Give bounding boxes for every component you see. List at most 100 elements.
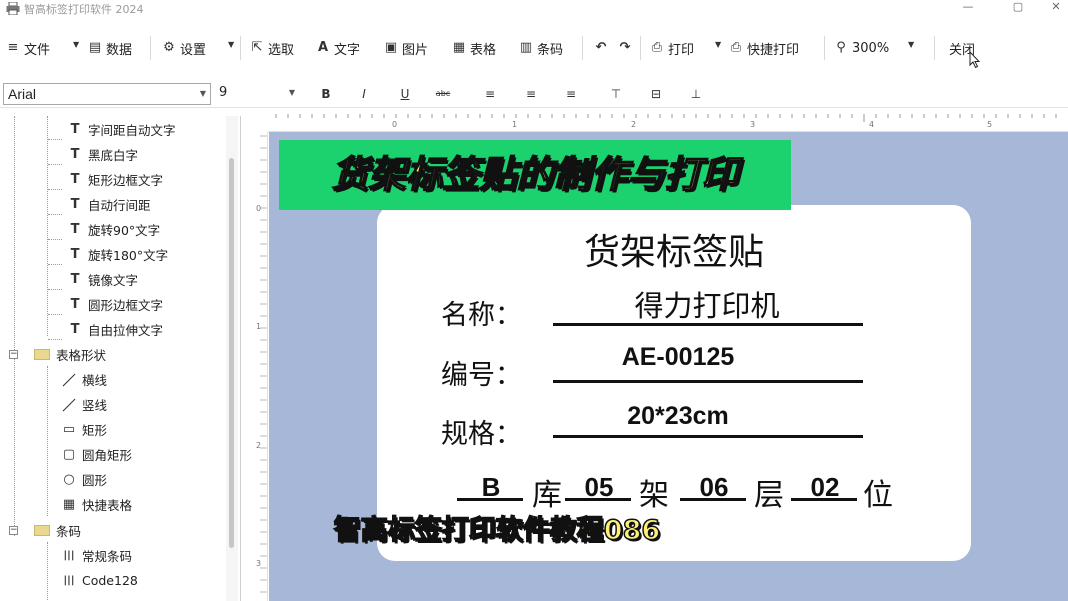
text-tool-button[interactable]: A 文字 — [316, 38, 360, 58]
quick-print-button[interactable]: ⎙ 快捷打印 — [729, 38, 799, 58]
tree-connector — [47, 366, 48, 516]
print-label: 打印 — [668, 42, 695, 58]
tree-item-rotate-180-text[interactable]: T 旋转180°文字 — [48, 244, 169, 265]
ruler-label: 2 — [256, 441, 262, 450]
minimize-button[interactable]: — — [952, 0, 984, 14]
format-toolbar: Arial ▼ 9 ▼ B I U abc ≡ ≡ ≡ ⊤ ⊟ ⊥ — [0, 80, 1068, 108]
tree-item-label: 旋转90°文字 — [88, 222, 161, 238]
tree-item-rotate-90-text[interactable]: T 旋转90°文字 — [48, 219, 161, 240]
file-icon: ≡ — [7, 40, 19, 55]
tree-item-label: 常规条码 — [82, 548, 133, 564]
ruler-label: 0 — [392, 120, 398, 129]
zoom-dropdown-caret[interactable]: ▼ — [908, 40, 914, 49]
tree-item-label: 黑底白字 — [88, 147, 139, 163]
tree-item-free-stretch-text[interactable]: T 自由拉伸文字 — [48, 319, 164, 340]
tree-item-spacing-auto-text[interactable]: T 字间距自动文字 — [48, 119, 176, 140]
print-dropdown-caret[interactable]: ▼ — [715, 40, 721, 49]
scrollbar-thumb[interactable] — [229, 158, 234, 548]
tree-item-rectangle[interactable]: ▭ 矩形 — [62, 419, 107, 439]
data-button[interactable]: ▤ 数据 — [88, 38, 132, 58]
warehouse-underline[interactable] — [457, 498, 523, 501]
align-right-button[interactable]: ≡ — [561, 85, 581, 103]
print-button[interactable]: ⎙ 打印 — [650, 38, 694, 58]
valign-bottom-button[interactable]: ⊥ — [686, 85, 706, 103]
ruler-label: 1 — [512, 120, 518, 129]
maximize-button[interactable]: ▢ — [1002, 0, 1034, 14]
data-icon: ▤ — [88, 40, 102, 55]
table-icon: ▦ — [452, 40, 466, 55]
tree-item-rounded-rectangle[interactable]: ▢ 圆角矩形 — [62, 444, 132, 464]
window-close-button[interactable]: ✕ — [1040, 0, 1068, 14]
code-underline[interactable] — [553, 380, 863, 383]
tree-item-circle[interactable]: ○ 圆形 — [62, 469, 107, 489]
zoom-level: 300% — [852, 40, 890, 56]
ruler-label: 2 — [631, 120, 637, 129]
tree-item-mirror-text[interactable]: T 镜像文字 — [48, 269, 139, 290]
tree-item-auto-line-spacing[interactable]: T 自动行间距 — [48, 194, 151, 215]
tree-group-shapes[interactable]: 表格形状 — [34, 344, 106, 364]
tree-item-vertical-line[interactable]: ／ 竖线 — [62, 394, 107, 414]
tree-item-circle-border-text[interactable]: T 圆形边框文字 — [48, 294, 164, 315]
file-dropdown-caret[interactable]: ▼ — [73, 40, 79, 49]
font-family-select[interactable]: Arial ▼ — [3, 83, 211, 105]
tree-item-label: 镜像文字 — [88, 272, 139, 288]
tree-connector — [14, 116, 15, 536]
line-icon: ／ — [62, 398, 76, 414]
tree-item-label: 圆形边框文字 — [88, 297, 164, 313]
ruler-label: 3 — [256, 559, 262, 568]
tree-item-regular-barcode[interactable]: ||| 常规条码 — [62, 545, 133, 565]
tree-item-label: 旋转180°文字 — [88, 247, 169, 263]
name-underline[interactable] — [553, 323, 863, 326]
redo-button[interactable]: ↷ — [618, 38, 632, 58]
text-item-icon: T — [70, 146, 80, 162]
mouse-cursor-icon — [969, 51, 981, 69]
valign-top-button[interactable]: ⊤ — [606, 85, 626, 103]
spec-field-label[interactable]: 规格： — [441, 412, 522, 451]
main-toolbar: ≡ 文件 ▼ ▤ 数据 ⚙ 设置 ▼ ⇱ 选取 A 文字 ▣ 图片 ▦ 表格 ▥… — [0, 28, 1068, 68]
text-item-icon: T — [70, 296, 80, 312]
align-center-button[interactable]: ≡ — [521, 85, 541, 103]
font-size-select[interactable]: 9 ▼ — [215, 83, 299, 105]
tree-item-rect-border-text[interactable]: T 矩形边框文字 — [48, 169, 163, 190]
table-tool-button[interactable]: ▦ 表格 — [452, 38, 496, 58]
printer-app-icon — [6, 2, 20, 15]
print-icon: ⎙ — [651, 40, 663, 55]
select-tool-button[interactable]: ⇱ 选取 — [250, 38, 294, 58]
position-underline[interactable] — [791, 498, 857, 501]
text-item-icon: T — [70, 321, 80, 337]
zoom-button[interactable]: ⚲ 300% — [834, 38, 889, 58]
subtitle-text: 智高标签打印软件教程086 — [333, 514, 661, 547]
tree-item-horizontal-line[interactable]: ／ 横线 — [62, 369, 107, 389]
picture-tool-button[interactable]: ▣ 图片 — [384, 38, 428, 58]
label-title[interactable]: 货架标签贴 — [377, 223, 971, 275]
barcode-tool-button[interactable]: ▥ 条码 — [519, 38, 563, 58]
settings-label: 设置 — [180, 42, 207, 58]
code-field-label[interactable]: 编号： — [441, 353, 522, 392]
strikethrough-button[interactable]: abc — [433, 85, 453, 103]
zoom-icon: ⚲ — [836, 40, 846, 55]
spec-field-value[interactable]: 20*23cm — [553, 402, 803, 431]
undo-button[interactable]: ↶ — [594, 38, 608, 58]
name-field-value[interactable]: 得力打印机 — [553, 283, 861, 325]
italic-button[interactable]: I — [354, 85, 374, 103]
tree-item-code128[interactable]: ||| Code128 — [62, 570, 138, 590]
settings-dropdown-caret[interactable]: ▼ — [228, 40, 234, 49]
bold-button[interactable]: B — [316, 85, 336, 103]
spec-underline[interactable] — [553, 435, 863, 438]
table-label: 表格 — [470, 42, 497, 58]
shape-group-expander[interactable]: − — [9, 350, 18, 359]
file-menu-button[interactable]: ≡ 文件 — [6, 38, 50, 58]
select-label: 选取 — [268, 42, 295, 58]
underline-button[interactable]: U — [395, 85, 415, 103]
tree-item-black-white-text[interactable]: T 黑底白字 — [48, 144, 139, 165]
barcode-icon: ||| — [63, 549, 75, 561]
valign-middle-button[interactable]: ⊟ — [646, 85, 666, 103]
code-field-value[interactable]: AE-00125 — [553, 343, 803, 372]
tree-item-label: 矩形 — [82, 422, 108, 438]
settings-button[interactable]: ⚙ 设置 — [162, 38, 206, 58]
align-left-button[interactable]: ≡ — [480, 85, 500, 103]
layer-underline[interactable] — [680, 498, 746, 501]
shelf-underline[interactable] — [565, 498, 631, 501]
name-field-label[interactable]: 名称： — [441, 293, 522, 332]
tree-item-label: 自由拉伸文字 — [88, 322, 164, 338]
